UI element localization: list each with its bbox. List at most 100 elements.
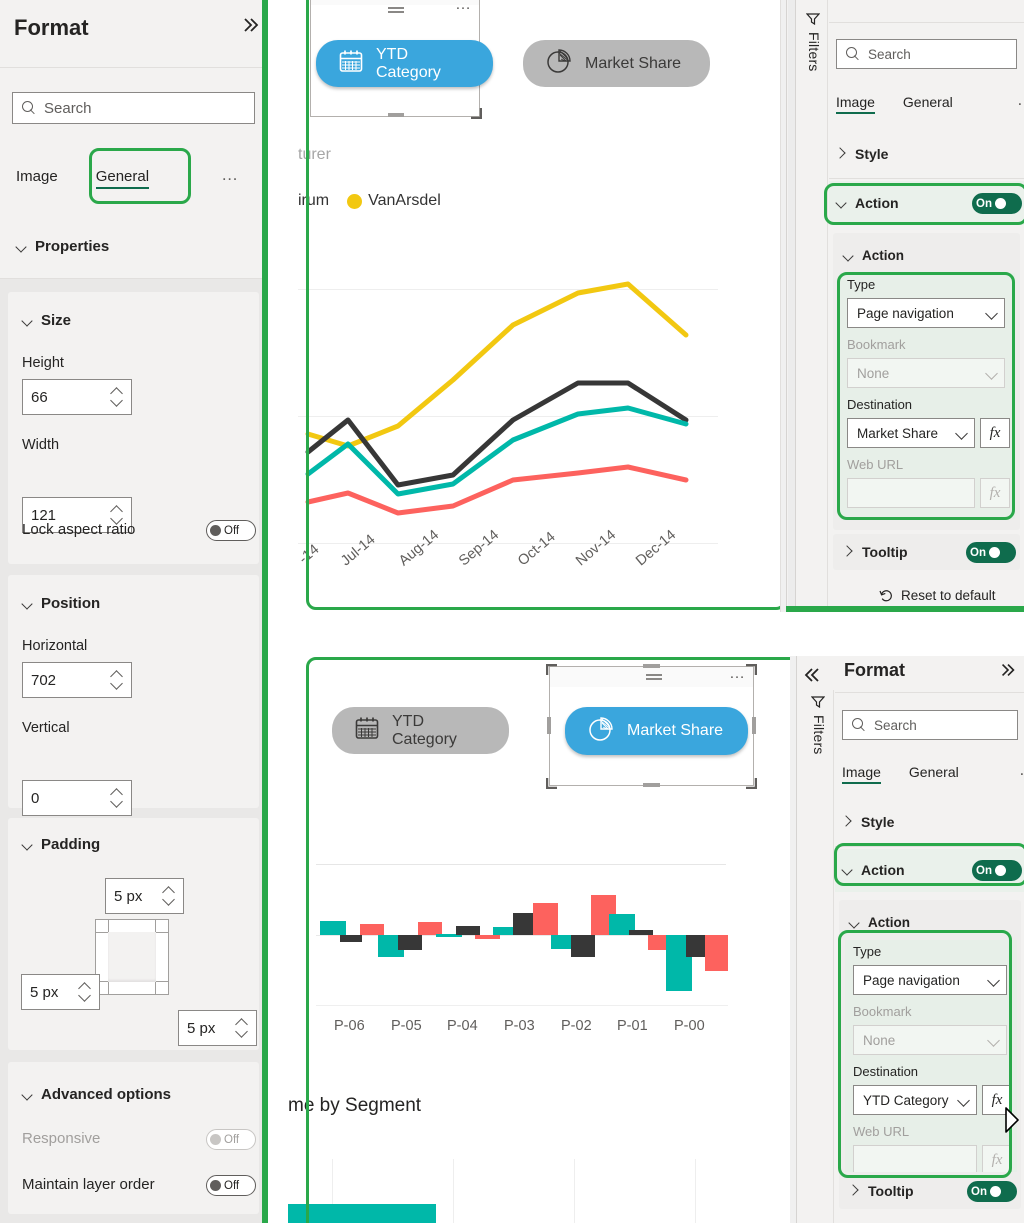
destination-dropdown[interactable]: Market Share [847,418,975,448]
sel-corner-tl[interactable] [545,663,558,675]
action-section-row[interactable]: Action On [835,849,1024,892]
size-header[interactable]: Size [22,312,71,329]
resize-handle-bottom-right[interactable] [470,106,483,120]
weburl-fx-button: fx [982,1145,1012,1175]
drag-handle-icon[interactable] [388,6,404,14]
padding-header[interactable]: Padding [22,836,100,853]
legend-item-label-0: irum [298,192,330,209]
stepper-arrows-icon[interactable] [110,787,123,809]
resize-handle-bottom[interactable] [643,783,660,787]
maintain-layer-order-toggle[interactable]: Off [206,1175,256,1196]
segment-bar[interactable] [288,1204,436,1223]
ytd-category-button[interactable]: YTD Category [316,40,493,87]
action-toggle[interactable]: On [972,860,1022,881]
type-dropdown[interactable]: Page navigation [847,298,1005,328]
screenshot-root: Format Search Image General … Properties [0,0,1024,1223]
top-right-search-input[interactable]: Search [836,39,1017,69]
action-sub-header[interactable]: Action [849,915,910,930]
ytd-category-button[interactable]: YTD Category [332,707,509,754]
advanced-options-header[interactable]: Advanced options [22,1086,171,1103]
tooltip-toggle[interactable]: On [967,1181,1017,1202]
weburl-input [853,1145,977,1175]
bottom-waterfall-chart[interactable]: P-06 P-05 P-04 P-03 P-02 P-01 P-00 [316,878,728,1034]
resize-handle-right[interactable] [752,717,756,734]
padding-right-input[interactable]: 5 px [178,1010,257,1046]
tab-image[interactable]: Image [842,764,881,784]
collapse-left-button[interactable] [801,664,823,686]
chevron-double-right-icon[interactable] [998,660,1018,680]
filters-rail[interactable]: Filters [804,690,834,1223]
stepper-arrows-icon[interactable] [110,669,123,691]
action-subcard: Action Type Page navigation Bookmark Non… [839,900,1021,1197]
type-value: Page navigation [863,972,960,988]
sel-corner-br[interactable] [745,776,758,790]
tab-general[interactable]: General [903,94,953,114]
resize-handle-bottom[interactable] [388,113,404,117]
more-options-icon[interactable]: … [455,0,473,14]
destination-value: Market Share [857,425,939,441]
tab-image[interactable]: Image [16,168,58,189]
drag-handle-icon[interactable] [646,673,662,681]
action-section-row[interactable]: Action On [829,181,1024,225]
sel-corner-bl[interactable] [545,776,558,790]
destination-fx-button[interactable]: fx [980,418,1010,448]
tooltip-section-row[interactable]: Tooltip On [839,1172,1021,1209]
action-sub-header[interactable]: Action [843,248,904,263]
tooltip-section-row[interactable]: Tooltip On [833,534,1020,570]
left-format-panel: Format Search Image General … Properties [0,0,267,1223]
padding-top-input[interactable]: 5 px [105,878,184,914]
stepper-arrows-icon[interactable] [235,1017,248,1039]
padding-left-input[interactable]: 5 px [21,974,100,1010]
stepper-arrows-icon[interactable] [110,386,123,408]
bottom-right-tabs-overflow[interactable]: … [1019,760,1024,784]
bottom-canvas-region: … YTD Category Market Share P-06 P-05 P-… [268,656,790,1223]
bookmark-value: None [863,1032,896,1048]
vertical-input[interactable]: 0 [22,780,132,816]
stepper-arrows-icon[interactable] [162,885,175,907]
resize-handle-left[interactable] [547,717,551,734]
bottom-segment-chart[interactable]: me by Segment [288,1086,758,1223]
properties-header[interactable]: Properties [16,238,109,255]
left-search-input[interactable]: Search [12,92,255,124]
top-line-chart[interactable]: -14 Jul-14 Aug-14 Sep-14 Oct-14 Nov-14 D… [296,230,718,569]
top-right-tabs-overflow[interactable]: … [1017,90,1024,114]
undo-icon [879,589,893,603]
left-panel-title: Format [14,15,89,40]
responsive-toggle[interactable]: Off [206,1129,256,1150]
chevron-double-right-icon[interactable] [240,14,262,36]
type-dropdown[interactable]: Page navigation [853,965,1007,995]
bookmark-dropdown: None [853,1025,1007,1055]
lock-aspect-ratio-toggle[interactable]: Off [206,520,256,541]
tab-image[interactable]: Image [836,94,875,114]
action-toggle-state: On [976,864,992,877]
action-section-header: Action [842,862,905,878]
stepper-arrows-icon[interactable] [78,981,91,1003]
chevron-down-icon [957,428,968,439]
position-header[interactable]: Position [22,595,100,612]
lock-aspect-ratio-label: Lock aspect ratio [22,521,136,538]
reset-to-default-button[interactable]: Reset to default [879,588,996,603]
bottom-right-search-input[interactable]: Search [842,710,1018,740]
horizontal-input[interactable]: 702 [22,662,132,698]
market-share-button[interactable]: Market Share [523,40,710,87]
resize-handle-top[interactable] [643,664,660,668]
tooltip-toggle[interactable]: On [966,542,1016,563]
left-tabs-overflow[interactable]: … [221,165,240,189]
style-section-header[interactable]: Style [842,814,894,830]
market-share-button[interactable]: Market Share [565,707,748,755]
height-input[interactable]: 66 [22,379,132,415]
tab-general[interactable]: General [909,764,959,784]
action-toggle[interactable]: On [972,193,1022,214]
destination-dropdown[interactable]: YTD Category [853,1085,977,1115]
action-sub-label: Action [862,248,904,263]
sel-corner-tr[interactable] [745,663,758,675]
fx-label: fx [991,1091,1003,1108]
chevron-down-icon [849,917,861,929]
tab-general[interactable]: General [95,168,150,189]
filters-rail[interactable]: Filters [798,0,828,612]
tooltip-label: Tooltip [868,1183,914,1199]
ytd-category-button-label: YTD Category [392,712,457,748]
search-icon [22,101,36,115]
vertical-label: Vertical [22,720,70,736]
style-section-header[interactable]: Style [836,146,888,162]
